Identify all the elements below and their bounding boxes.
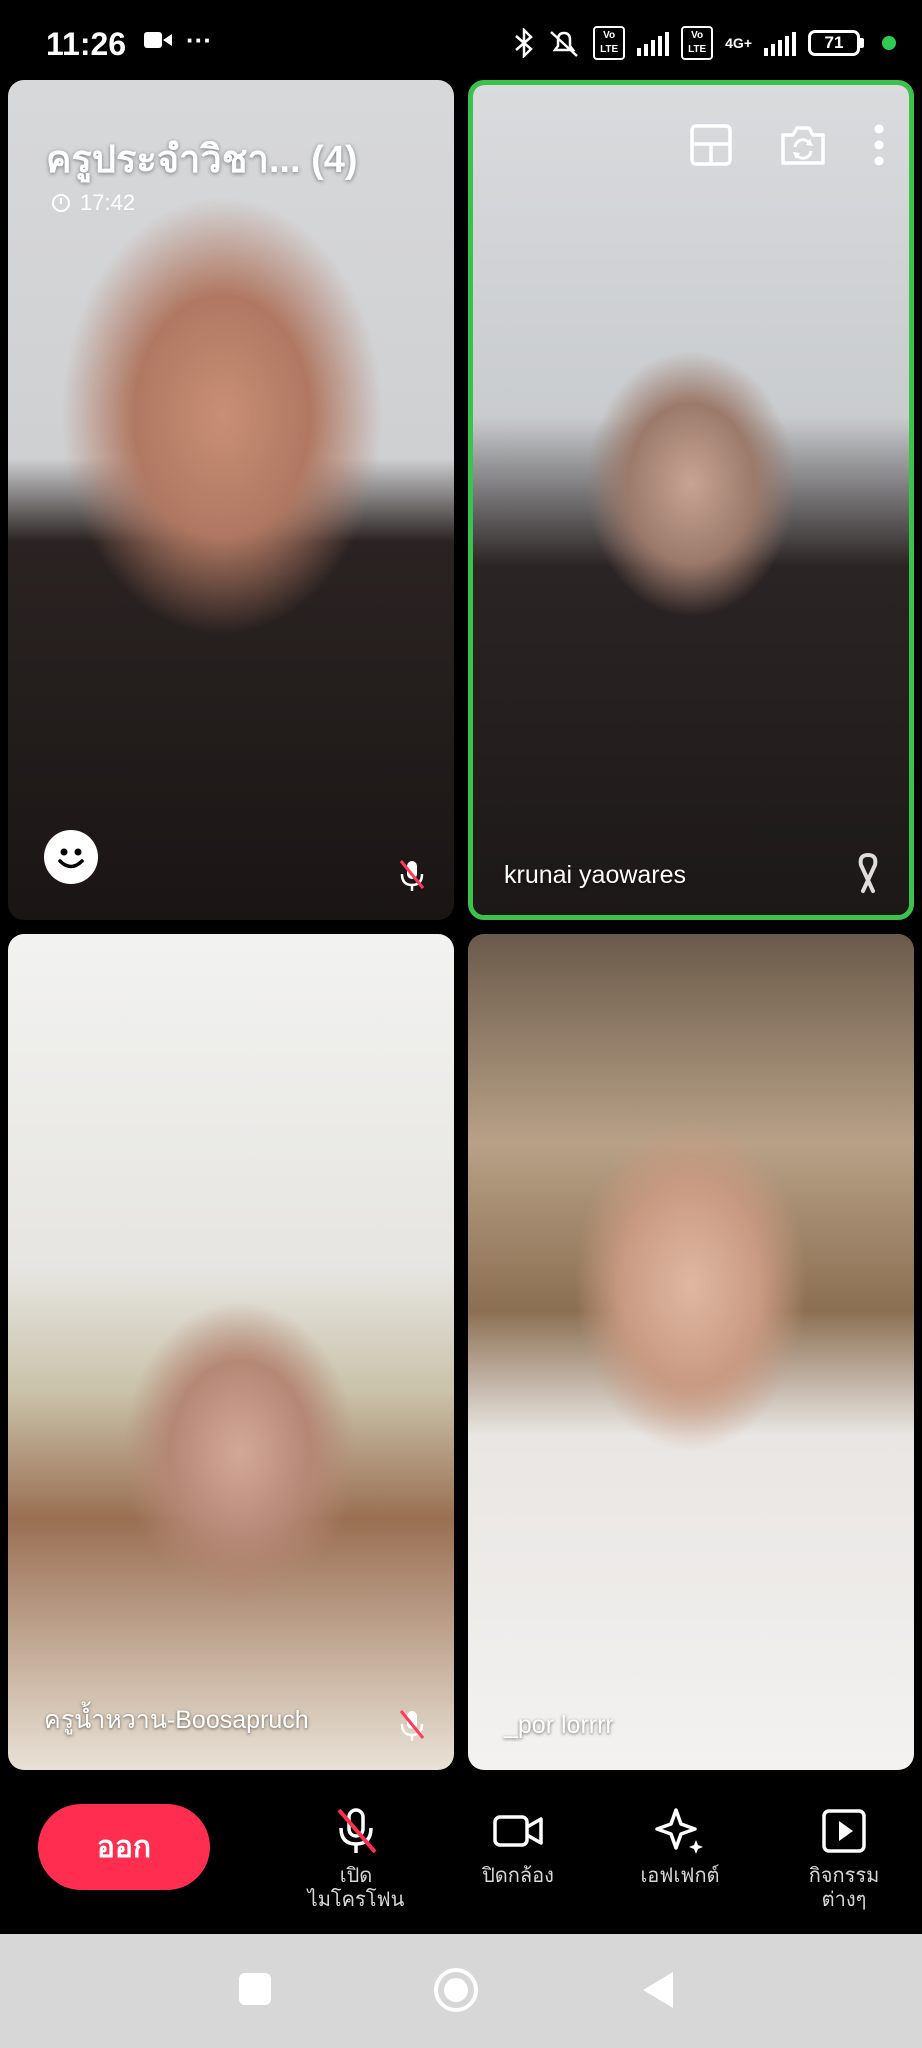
effects-button[interactable]: เอฟเฟกต์ [610,1806,750,1888]
participant-tile-4[interactable]: _por lorrrr [468,934,914,1770]
participant-video-3 [8,934,454,1770]
mic-toggle-label-1: เปิด [339,1865,373,1887]
participant-video-4 [468,934,914,1770]
network-type: 4G+ [725,35,752,51]
participant-name-3: ครูน้ำหวาน-Boosapruch [44,1706,309,1734]
reaction-button[interactable] [44,830,98,884]
ribbon-icon [858,853,878,893]
participant-tile-1[interactable]: ครูประจำวิชา... (4) 17:42 [8,80,454,920]
status-left-icons: ··· [144,25,212,55]
status-time: 11:26 [46,26,127,62]
camera-toggle-label: ปิดกล้อง [482,1865,554,1887]
mic-off-icon [337,1808,377,1854]
participant-name-2: krunai yaowares [504,861,687,889]
mic-muted-icon [399,1710,425,1741]
activities-button[interactable]: กิจกรรม ต่างๆ [774,1806,914,1912]
status-bar: 11:26 ··· Vo LTE Vo LTE 4G+ 71 [0,0,922,80]
volte-badge: Vo LTE [593,26,626,60]
activities-label-1: กิจกรรม [808,1865,880,1887]
status-right-icons: Vo LTE Vo LTE 4G+ 71 [513,26,896,60]
smiley-icon [58,848,84,869]
play-box-icon [822,1809,866,1853]
more-notifications-icon: ··· [186,25,212,55]
mic-toggle-label-2: ไมโครโฟน [307,1889,405,1911]
participant-tile-2[interactable]: krunai yaowares [468,80,914,920]
layout-icon[interactable] [689,123,733,167]
activities-label-2: ต่างๆ [821,1889,867,1911]
switch-camera-icon[interactable] [779,123,827,167]
room-title: ครูประจำวิชา... (4) [46,139,358,181]
call-duration-value: 17:42 [80,190,136,215]
battery-icon: 71 [808,30,864,56]
home-icon[interactable] [432,1966,480,2014]
active-indicator [882,36,896,50]
bluetooth-icon [515,28,533,58]
call-controls-bar: ออก เปิด ไมโครโฟน ปิดกล้อง เอฟเฟกต์ กิจก… [0,1784,922,1934]
call-duration: 17:42 [52,190,135,216]
system-navigation-bar [0,1934,922,2048]
signal-icon-2 [764,30,796,56]
mic-toggle-button[interactable]: เปิด ไมโครโฟน [286,1806,426,1912]
recents-icon[interactable] [236,1970,274,2008]
more-vert-icon[interactable] [873,123,885,167]
participant-video-2 [473,85,909,915]
clock-icon [52,194,70,212]
sparkle-icon [655,1808,703,1854]
back-icon[interactable] [640,1970,676,2010]
tile-top-controls [689,123,885,167]
video-camera-icon [493,1815,543,1847]
leave-call-button[interactable]: ออก [38,1804,210,1890]
video-record-icon [144,32,172,48]
camera-toggle-button[interactable]: ปิดกล้อง [448,1806,588,1888]
mic-muted-icon [399,860,425,891]
volte-badge-2: Vo LTE [681,26,714,60]
effects-label: เอฟเฟกต์ [640,1865,720,1887]
participant-tile-3[interactable]: ครูน้ำหวาน-Boosapruch [8,934,454,1770]
silent-mode-icon [550,31,578,57]
battery-level: 71 [808,30,860,56]
participant-name-4: _por lorrrr [504,1711,614,1739]
signal-icon [637,30,670,56]
